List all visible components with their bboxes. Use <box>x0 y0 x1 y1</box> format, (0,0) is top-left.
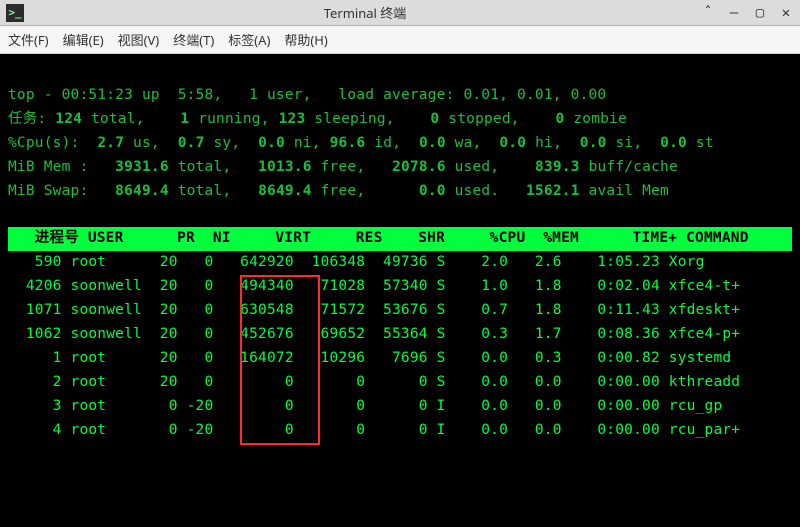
minimize-button[interactable]: — <box>726 5 742 21</box>
process-table-header: 进程号 USER PR NI VIRT RES SHR %CPU %MEM TI… <box>8 227 792 251</box>
table-row: 1 root 20 0 164072 10296 7696 S 0.0 0.3 … <box>8 347 792 371</box>
maximize-button[interactable]: ▢ <box>752 5 768 21</box>
menu-edit[interactable]: 编辑(E) <box>63 30 104 49</box>
menu-bar: 文件(F) 编辑(E) 视图(V) 终端(T) 标签(A) 帮助(H) <box>0 26 800 54</box>
top-tasks: 任务: 124 total, 1 running, 123 sleeping, … <box>8 111 627 127</box>
window-title: Terminal 终端 <box>30 3 700 22</box>
top-line1: top - 00:51:23 up 5:58, 1 user, load ave… <box>8 87 606 103</box>
table-row: 1062 soonwell 20 0 452676 69652 55364 S … <box>8 323 792 347</box>
menu-tabs[interactable]: 标签(A) <box>228 30 270 49</box>
menu-view[interactable]: 视图(V) <box>118 30 160 49</box>
menu-file[interactable]: 文件(F) <box>8 30 49 49</box>
table-row: 4 root 0 -20 0 0 0 I 0.0 0.0 0:00.00 rcu… <box>8 419 792 443</box>
top-swap: MiB Swap: 8649.4 total, 8649.4 free, 0.0… <box>8 183 669 199</box>
terminal-output[interactable]: top - 00:51:23 up 5:58, 1 user, load ave… <box>0 54 800 527</box>
window-controls: ˆ — ▢ ✕ <box>700 5 794 21</box>
menu-terminal[interactable]: 终端(T) <box>173 30 214 49</box>
process-table-body: 590 root 20 0 642920 106348 49736 S 2.0 … <box>8 251 792 442</box>
top-mem: MiB Mem : 3931.6 total, 1013.6 free, 207… <box>8 159 678 175</box>
table-row: 4206 soonwell 20 0 494340 71028 57340 S … <box>8 275 792 299</box>
top-cpu: %Cpu(s): 2.7 us, 0.7 sy, 0.0 ni, 96.6 id… <box>8 135 714 151</box>
keep-above-icon[interactable]: ˆ <box>700 5 716 21</box>
close-button[interactable]: ✕ <box>778 5 794 21</box>
window-titlebar: >_ Terminal 终端 ˆ — ▢ ✕ <box>0 0 800 26</box>
table-row: 590 root 20 0 642920 106348 49736 S 2.0 … <box>8 251 792 275</box>
table-row: 2 root 20 0 0 0 0 S 0.0 0.0 0:00.00 kthr… <box>8 371 792 395</box>
table-row: 1071 soonwell 20 0 630548 71572 53676 S … <box>8 299 792 323</box>
terminal-icon: >_ <box>6 4 24 22</box>
table-row: 3 root 0 -20 0 0 0 I 0.0 0.0 0:00.00 rcu… <box>8 395 792 419</box>
menu-help[interactable]: 帮助(H) <box>284 30 327 49</box>
